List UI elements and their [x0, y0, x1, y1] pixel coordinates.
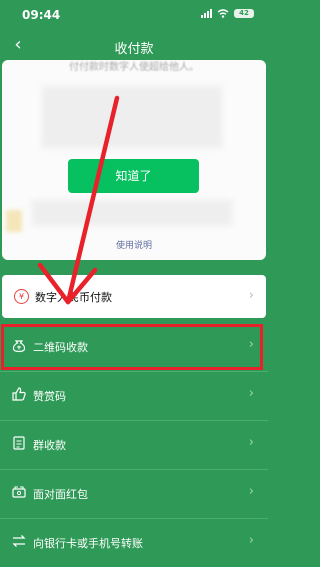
status-icons: 42	[201, 9, 254, 18]
chevron-right-icon: ›	[248, 386, 254, 401]
blurred-notice: 付付款时数字人使超给他人。	[69, 62, 199, 73]
bank-card-transfer-row[interactable]: 向银行卡或手机号转账 ›	[0, 518, 268, 567]
appreciation-code-label: 赞赏码	[33, 390, 66, 403]
group-collect-row[interactable]: 群收款 ›	[0, 420, 268, 470]
chevron-right-icon: ›	[248, 533, 254, 548]
help-link[interactable]: 使用说明	[2, 238, 266, 251]
face-to-face-red-packet-label: 面对面红包	[33, 488, 88, 501]
status-time: 09:44	[22, 8, 61, 22]
chevron-right-icon: ›	[248, 288, 254, 303]
blurred-code-area	[42, 86, 222, 148]
group-collect-label: 群收款	[33, 439, 66, 452]
red-packet-icon	[12, 486, 26, 498]
annotation-highlight-box	[1, 324, 263, 370]
payment-card: 付付款时数字人使超给他人。 知道了 使用说明	[2, 60, 266, 260]
transfer-icon	[12, 535, 26, 547]
bank-card-transfer-label: 向银行卡或手机号转账	[33, 537, 143, 550]
page-title: 收付款	[114, 42, 154, 57]
thumbs-up-icon	[12, 387, 26, 401]
digital-rmb-payment-row[interactable]: ¥ 数字人民币付款 ›	[2, 275, 266, 318]
status-bar: 09:44 42	[0, 0, 268, 34]
yuan-icon: ¥	[14, 289, 29, 304]
document-icon	[13, 436, 25, 450]
face-to-face-red-packet-row[interactable]: 面对面红包 ›	[0, 469, 268, 519]
nav-bar: ‹ 收付款	[0, 34, 268, 60]
battery-indicator: 42	[234, 9, 254, 18]
appreciation-code-row[interactable]: 赞赏码 ›	[0, 371, 268, 421]
digital-rmb-label: 数字人民币付款	[35, 291, 112, 304]
blurred-area-lower	[32, 200, 232, 226]
chevron-right-icon: ›	[248, 435, 254, 450]
wifi-icon	[217, 9, 229, 18]
chevron-right-icon: ›	[248, 484, 254, 499]
blurred-yellow-patch	[6, 210, 22, 232]
signal-icon	[201, 9, 212, 18]
got-it-button[interactable]: 知道了	[68, 159, 199, 193]
